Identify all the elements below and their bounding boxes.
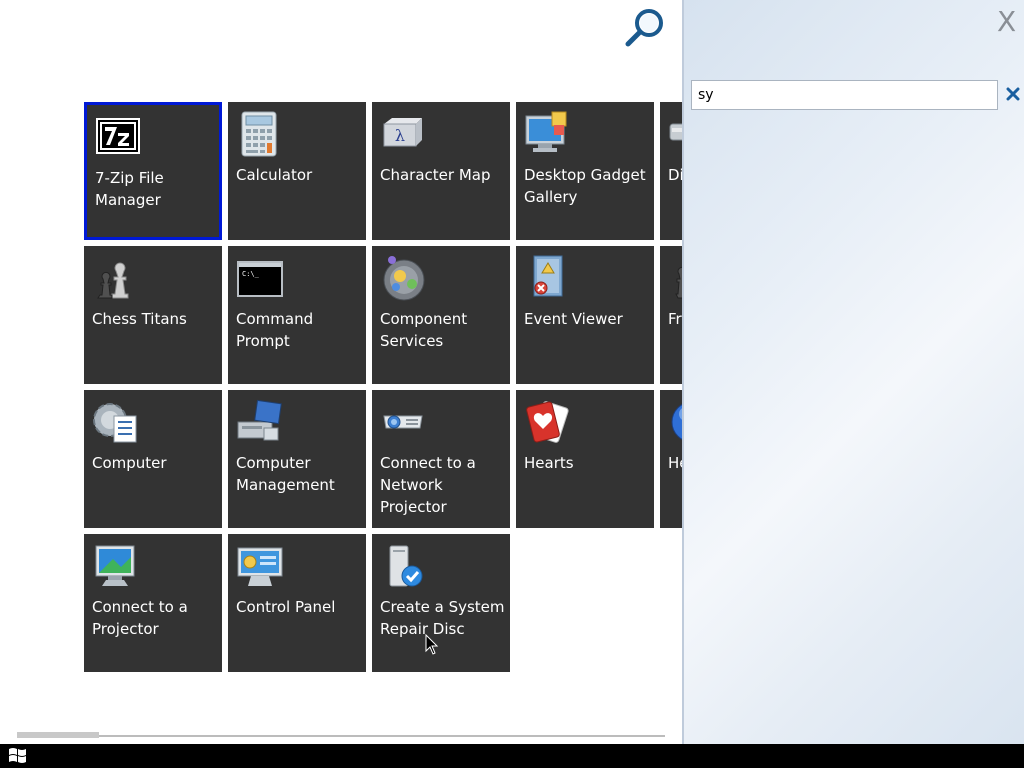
tile-control-panel[interactable]: Control Panel xyxy=(228,534,366,672)
tile-label: Connect to a Network Projector xyxy=(380,454,476,516)
tile-label: Component Services xyxy=(380,310,468,350)
hearts-icon xyxy=(526,401,569,443)
tile-di[interactable]: Di xyxy=(660,102,682,240)
tile-label: Calculator xyxy=(236,166,313,184)
chess-icon xyxy=(97,262,129,299)
tile-label: Connect to a Projector xyxy=(92,598,188,638)
screen: 7-Zip File Manager Calculator λ Characte… xyxy=(0,0,1024,768)
tile-label: Desktop Gadget Gallery xyxy=(524,166,646,206)
tile-label: Create a System Repair Disc xyxy=(380,598,505,638)
tile-label: 7-Zip File Manager xyxy=(95,169,164,209)
search-icon[interactable] xyxy=(622,6,668,50)
projector-icon xyxy=(95,545,135,586)
tile-label: Character Map xyxy=(380,166,491,184)
tile-calculator[interactable]: Calculator xyxy=(228,102,366,240)
network-projector-icon xyxy=(383,415,423,429)
computer-icon xyxy=(93,403,137,443)
tile-desktop-gadget-gallery[interactable]: Desktop Gadget Gallery xyxy=(516,102,654,240)
tile-character-map[interactable]: λ Character Map xyxy=(372,102,510,240)
app-launcher: 7-Zip File Manager Calculator λ Characte… xyxy=(0,0,682,744)
tile-command-prompt[interactable]: C:\_ Command Prompt xyxy=(228,246,366,384)
tile-label: Di xyxy=(668,166,682,184)
tile-connect-network-projector[interactable]: Connect to a Network Projector xyxy=(372,390,510,528)
tile-connect-projector[interactable]: Connect to a Projector xyxy=(84,534,222,672)
tile-label: Computer Management xyxy=(236,454,335,494)
taskbar xyxy=(0,744,1024,768)
tile-event-viewer[interactable]: Event Viewer xyxy=(516,246,654,384)
control-panel-icon xyxy=(237,547,283,586)
app-tile-grid: 7-Zip File Manager Calculator λ Characte… xyxy=(84,102,682,672)
freecell-icon xyxy=(675,266,682,299)
command-prompt-icon: C:\_ xyxy=(237,261,283,297)
tile-label: Event Viewer xyxy=(524,310,623,328)
tile-create-system-repair-disc[interactable]: Create a System Repair Disc xyxy=(372,534,510,672)
tile-component-services[interactable]: Component Services xyxy=(372,246,510,384)
tile-label: Hearts xyxy=(524,454,574,472)
tile-7zip-file-manager[interactable]: 7-Zip File Manager xyxy=(84,102,222,240)
horizontal-scroll-thumb[interactable] xyxy=(17,732,99,738)
7zip-icon xyxy=(96,118,140,154)
svg-text:λ: λ xyxy=(395,126,405,145)
tile-hearts[interactable]: Hearts xyxy=(516,390,654,528)
gadget-gallery-icon xyxy=(525,111,567,152)
tile-label: Control Panel xyxy=(236,598,336,616)
close-panel-button[interactable]: X xyxy=(997,6,1016,38)
search-input[interactable] xyxy=(691,80,998,110)
computer-management-icon xyxy=(237,399,282,441)
event-viewer-icon xyxy=(533,255,563,297)
search-panel: X xyxy=(682,0,1024,744)
character-map-icon: λ xyxy=(383,118,422,147)
tile-he[interactable]: He xyxy=(660,390,682,528)
tile-fr[interactable]: Fr xyxy=(660,246,682,384)
tile-label: Command Prompt xyxy=(236,310,314,350)
calculator-icon xyxy=(241,111,277,157)
component-services-icon xyxy=(383,256,425,301)
svg-text:C:\_: C:\_ xyxy=(242,270,260,278)
repair-disc-icon xyxy=(389,545,423,587)
windows-logo-icon[interactable] xyxy=(6,746,30,766)
tile-label: Computer xyxy=(92,454,167,472)
tile-label: Chess Titans xyxy=(92,310,187,328)
tile-label: He xyxy=(668,454,682,472)
disk-icon xyxy=(669,123,682,141)
tile-chess-titans[interactable]: Chess Titans xyxy=(84,246,222,384)
tile-label: Fr xyxy=(668,310,682,328)
clear-search-icon[interactable] xyxy=(1004,85,1022,103)
tile-computer-management[interactable]: Computer Management xyxy=(228,390,366,528)
tile-computer[interactable]: Computer xyxy=(84,390,222,528)
horizontal-scroll-track[interactable] xyxy=(17,735,665,737)
help-icon xyxy=(671,404,682,440)
